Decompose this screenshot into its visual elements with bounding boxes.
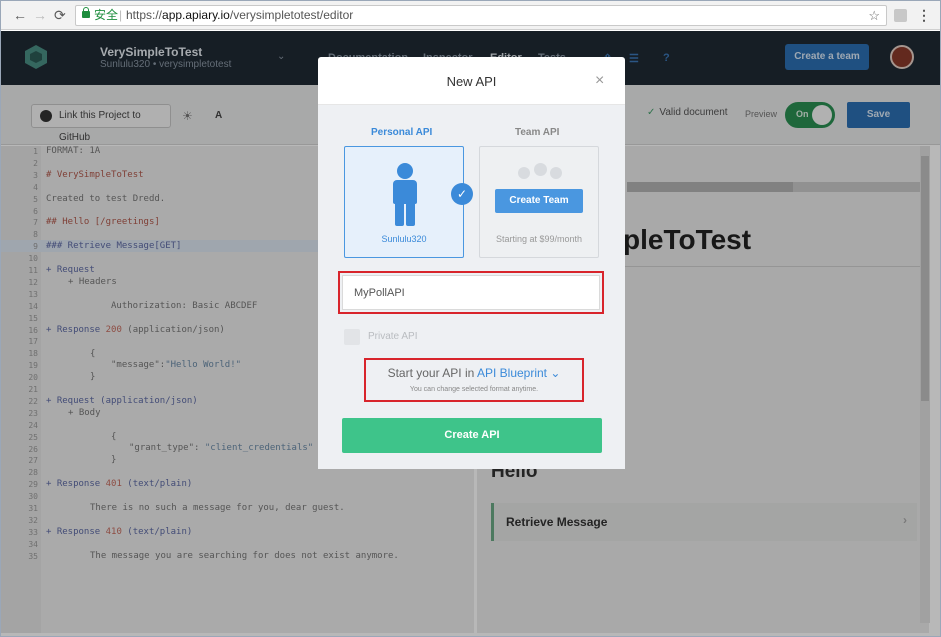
create-team-button[interactable]: Create Team xyxy=(495,189,583,213)
team-api-card[interactable]: Create Team Starting at $99/month xyxy=(479,146,599,258)
url-path: /verysimpletotest/editor xyxy=(229,8,354,22)
dialog-header: New API × xyxy=(318,57,625,105)
reload-icon[interactable]: ⟳ xyxy=(54,7,66,23)
annotation-highlight-box xyxy=(364,358,584,402)
url-host: app.apiary.io xyxy=(162,8,230,22)
private-api-checkbox[interactable] xyxy=(344,329,360,345)
format-note: You can change selected format anytime. xyxy=(409,386,539,393)
browser-menu-icon[interactable]: ⋮ xyxy=(917,7,931,24)
format-prefix: Start your API in xyxy=(387,366,477,380)
personal-api-card[interactable]: Sunlulu320 xyxy=(344,146,464,258)
api-name-input[interactable] xyxy=(342,275,600,310)
personal-api-label: Personal API xyxy=(371,127,433,138)
team-api-label: Team API xyxy=(515,127,560,138)
selected-check-icon: ✓ xyxy=(451,183,473,205)
lock-icon xyxy=(82,7,90,18)
dialog-body: Personal API Team API Sunlulu320 ✓ Creat… xyxy=(318,105,625,469)
private-api-label: Private API xyxy=(368,331,418,342)
team-price: Starting at $99/month xyxy=(495,234,583,244)
new-api-dialog: New API × Personal API Team API Sunlulu3… xyxy=(318,57,625,469)
create-api-button[interactable]: Create API xyxy=(342,418,602,453)
address-separator: | xyxy=(119,8,123,22)
format-dropdown[interactable]: API Blueprint xyxy=(477,366,547,380)
secure-label: 安全 xyxy=(94,8,119,22)
personal-username: Sunlulu320 xyxy=(381,234,427,244)
chevron-down-icon[interactable]: ⌄ xyxy=(550,366,560,380)
back-icon[interactable]: ← xyxy=(13,7,27,23)
close-icon[interactable]: × xyxy=(595,72,604,90)
browser-window: ← → ⟳ 安全 | https://app.apiary.io/verysim… xyxy=(0,0,941,637)
bookmark-star-icon[interactable]: ☆ xyxy=(868,6,880,25)
browser-chrome: ← → ⟳ 安全 | https://app.apiary.io/verysim… xyxy=(1,1,940,30)
dialog-title: New API xyxy=(446,74,497,89)
address-url: https://app.apiary.io/verysimpletotest/e… xyxy=(126,6,353,25)
address-bar[interactable]: 安全 | https://app.apiary.io/verysimpletot… xyxy=(75,5,887,26)
format-selector[interactable]: Start your API in API Blueprint ⌄ xyxy=(364,366,584,380)
person-icon xyxy=(391,163,419,227)
url-prefix: https:// xyxy=(126,8,163,22)
forward-icon[interactable]: → xyxy=(33,7,47,23)
extension-icon[interactable] xyxy=(894,9,907,22)
